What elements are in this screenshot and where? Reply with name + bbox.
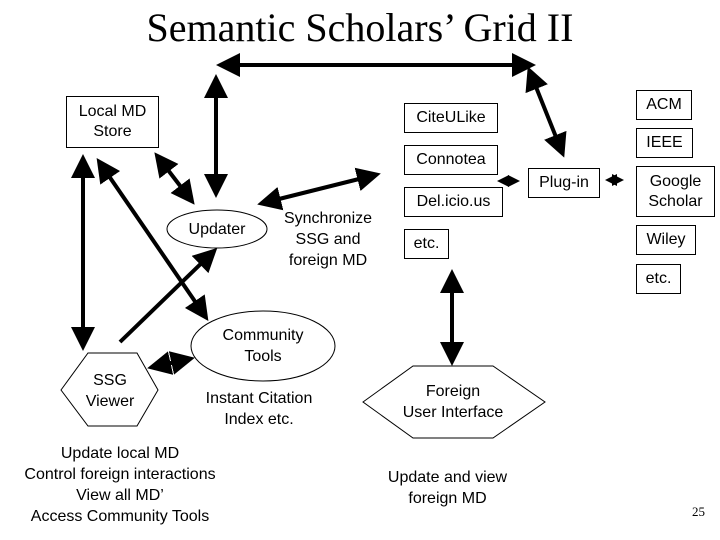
local-md-store-box[interactable]: Local MD Store (66, 96, 159, 148)
plugin-box[interactable]: Plug-in (528, 168, 600, 198)
social-etc-box[interactable]: etc. (404, 229, 449, 259)
delicious-box[interactable]: Del.icio.us (404, 187, 503, 217)
publishers-etc-box[interactable]: etc. (636, 264, 681, 294)
updater-label: Updater (188, 221, 246, 238)
arrow-to-plugin (525, 66, 567, 158)
instant-citation-label: Instant Citation Index etc. (205, 390, 313, 428)
slide: Semantic Scholars’ Grid II Local MD Stor… (0, 0, 720, 540)
foreign-ui-description: Update and view foreign MD (387, 469, 508, 507)
page-number: 25 (692, 504, 705, 519)
connotea-box[interactable]: Connotea (404, 145, 498, 175)
arrow-store-updater (154, 152, 195, 205)
citeulike-box[interactable]: CiteULike (404, 103, 498, 133)
ssg-viewer-label: SSG Viewer (85, 372, 135, 410)
ieee-box[interactable]: IEEE (636, 128, 693, 158)
google-scholar-box[interactable]: Google Scholar (636, 166, 715, 217)
synchronize-label: Synchronize SSG and foreign MD (283, 210, 373, 269)
wiley-box[interactable]: Wiley (636, 225, 696, 255)
community-tools-label: Community Tools (222, 327, 304, 365)
ssg-viewer-description: Update local MD Control foreign interact… (24, 445, 216, 525)
arrow-viewer-community (147, 351, 195, 375)
foreign-ui-label: Foreign User Interface (402, 383, 504, 421)
local-md-store-label: Local MD Store (78, 103, 147, 140)
acm-box[interactable]: ACM (636, 90, 692, 120)
arrow-updater-social (257, 167, 381, 211)
